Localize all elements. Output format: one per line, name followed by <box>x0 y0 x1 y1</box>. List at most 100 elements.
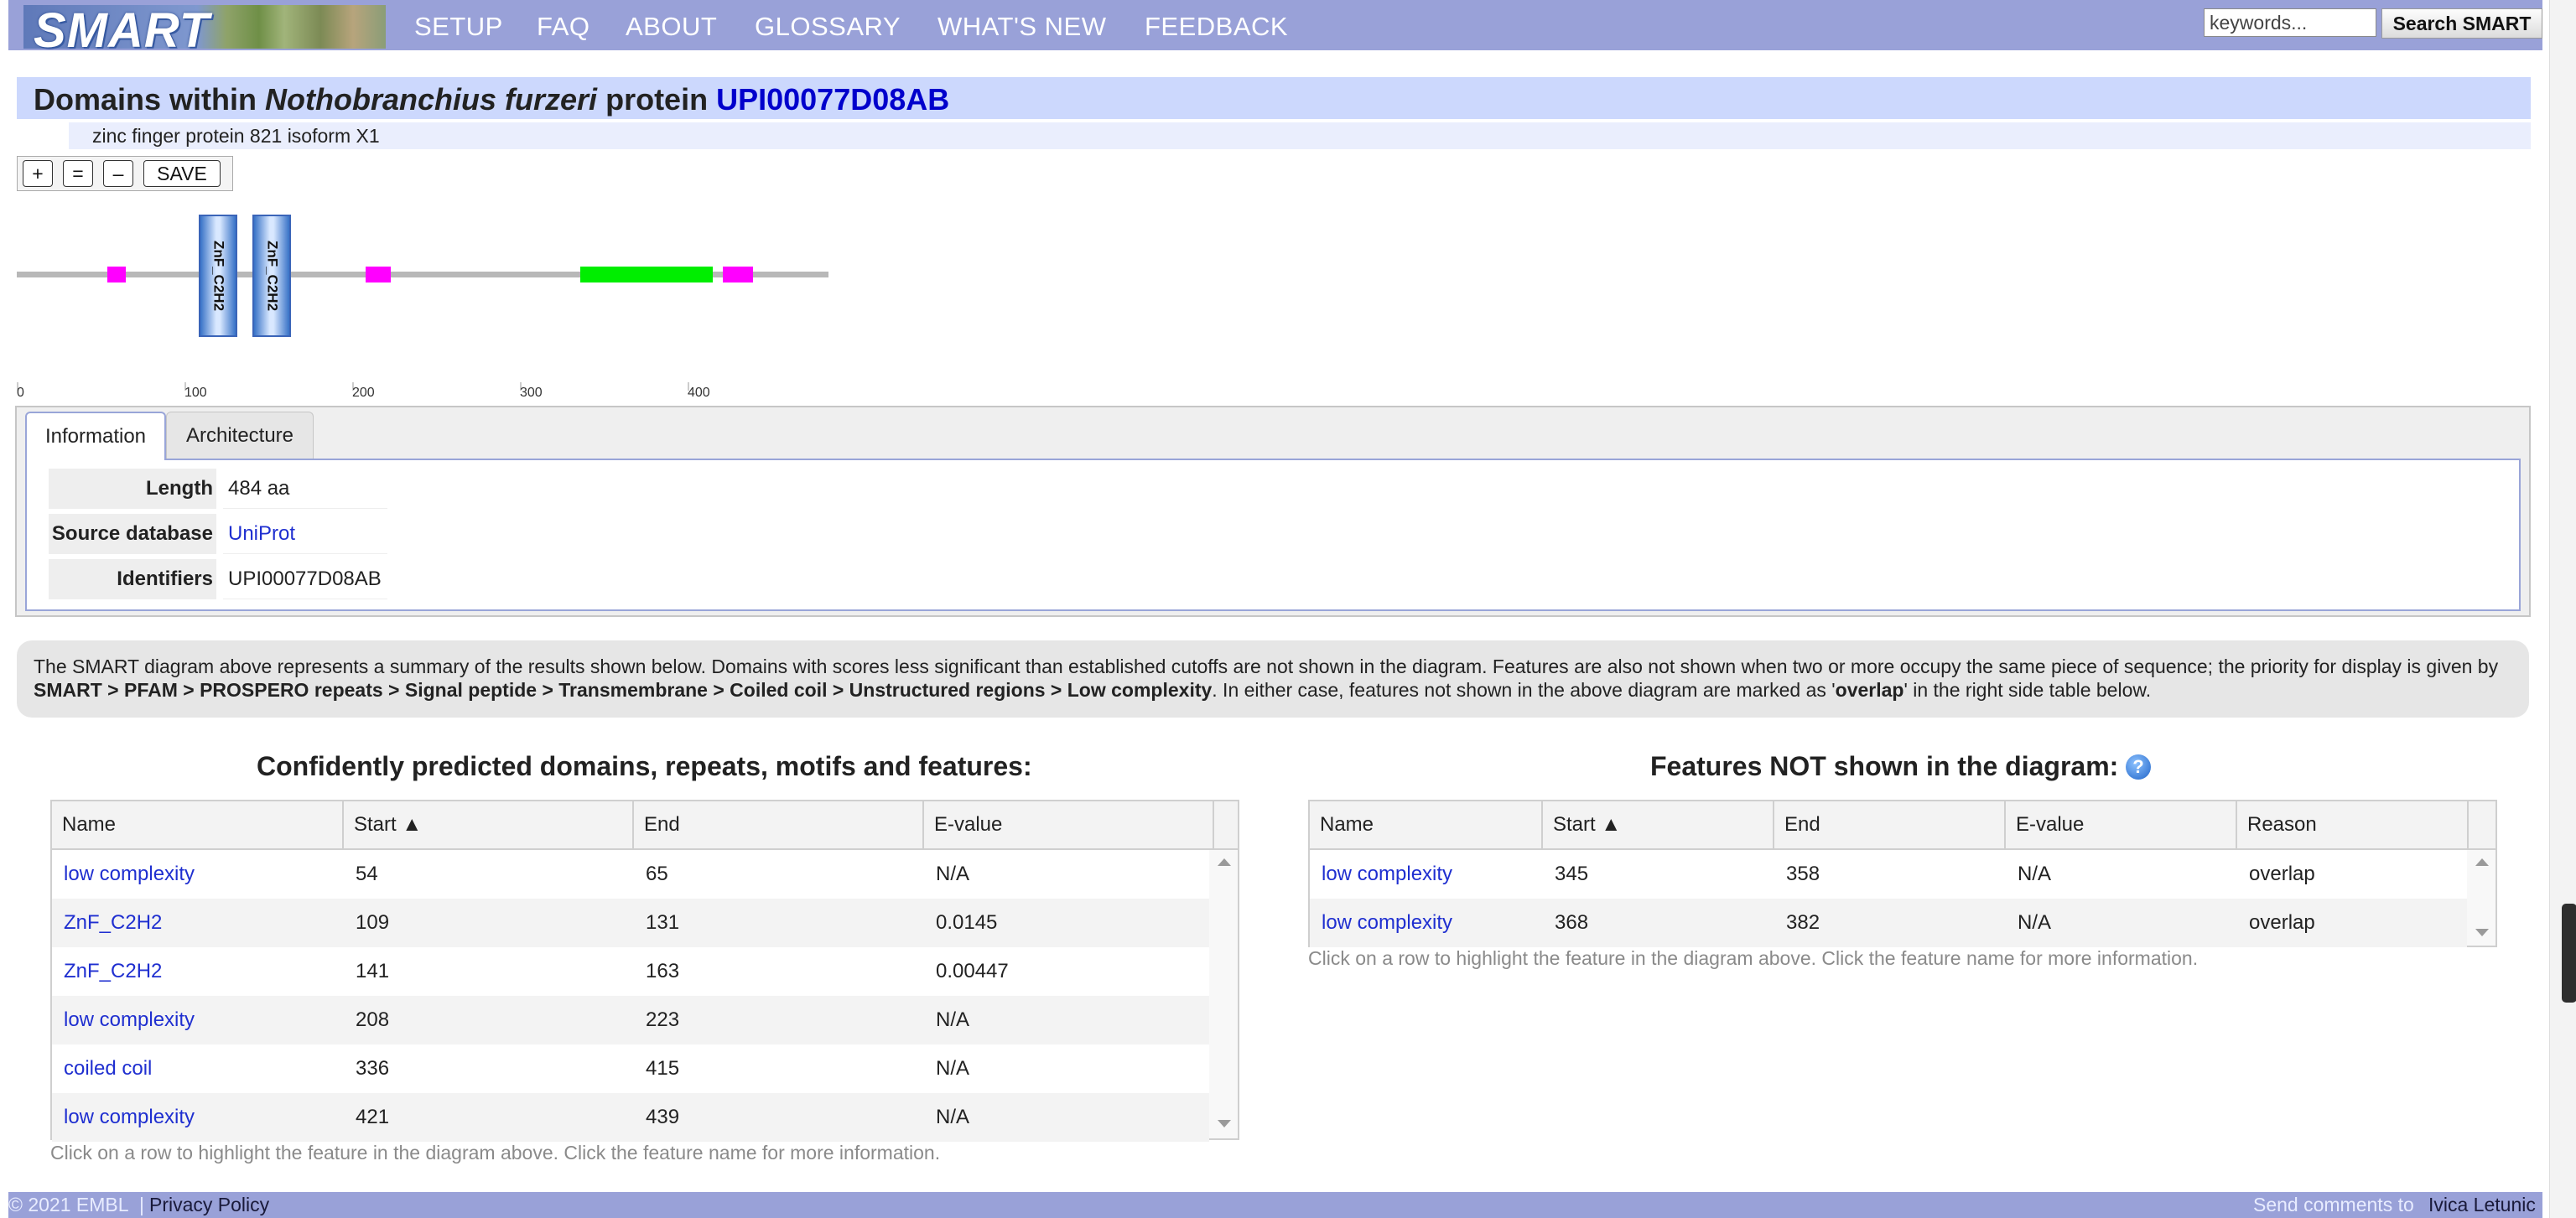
info-value: 484 aa <box>223 469 387 509</box>
table-row[interactable]: low complexity 54 65 N/A <box>52 850 1209 899</box>
cell-end: 439 <box>646 1106 680 1128</box>
cell-start: 141 <box>356 960 390 982</box>
uniprot-link[interactable]: UniProt <box>228 522 295 545</box>
feature-name-link[interactable]: ZnF_C2H2 <box>64 911 162 934</box>
feature-name-link[interactable]: low complexity <box>64 1106 195 1128</box>
nav-whats-new[interactable]: WHAT'S NEW <box>937 12 1107 42</box>
scroll-up-icon[interactable] <box>1218 858 1231 866</box>
privacy-policy-link[interactable]: Privacy Policy <box>149 1194 269 1216</box>
tab-information[interactable]: Information <box>25 412 166 460</box>
table-row[interactable]: coiled coil 336 415 N/A <box>52 1044 1209 1093</box>
table-header: Name Start ▲ End E-value <box>52 801 1238 850</box>
cell-end: 65 <box>646 863 668 885</box>
table-row[interactable]: ZnF_C2H2 109 131 0.0145 <box>52 899 1209 947</box>
feature-name-link[interactable]: low complexity <box>1322 911 1452 934</box>
info-body: Length 484 aa Source database UniProt Id… <box>25 459 2521 611</box>
scale-label: 100 <box>184 386 207 400</box>
nav-glossary[interactable]: GLOSSARY <box>755 12 901 42</box>
cell-evalue: N/A <box>2018 863 2052 885</box>
table-row[interactable]: ZnF_C2H2 141 163 0.00447 <box>52 947 1209 996</box>
search-input[interactable] <box>2204 8 2376 37</box>
low-complexity-region[interactable] <box>107 267 126 282</box>
cell-name: low complexity <box>52 850 344 899</box>
domain-label: ZnF_C2H2 <box>265 241 281 311</box>
table-row[interactable]: low complexity 208 223 N/A <box>52 996 1209 1044</box>
low-complexity-region[interactable] <box>366 267 391 282</box>
scroll-down-icon[interactable] <box>2475 929 2489 936</box>
diagram-zoom-controls: + = – SAVE <box>17 156 233 191</box>
col-header-end[interactable]: End <box>634 801 924 848</box>
col-header-name[interactable]: Name <box>1310 801 1543 848</box>
cell-name: ZnF_C2H2 <box>52 899 344 947</box>
cell-name: low complexity <box>1310 899 1543 947</box>
nav-faq[interactable]: FAQ <box>537 12 590 42</box>
protein-id-link[interactable]: UPI00077D08AB <box>716 82 949 117</box>
page-scrollbar-thumb[interactable] <box>2562 904 2576 1003</box>
note-text-2: . In either case, features not shown in … <box>1212 679 1836 701</box>
cell-start: 421 <box>356 1106 390 1128</box>
smart-logo[interactable]: SMART <box>23 3 386 58</box>
note-text-1: The SMART diagram above represents a sum… <box>34 656 2499 677</box>
tab-architecture[interactable]: Architecture <box>166 412 314 459</box>
right-table-title: Features NOT shown in the diagram: <box>1650 751 2119 781</box>
low-complexity-region[interactable] <box>723 267 753 282</box>
logo-text: SMART <box>34 3 210 58</box>
cell-evalue: N/A <box>936 1057 970 1080</box>
footer: © 2021 EMBL | Privacy Policy Send commen… <box>8 1192 2542 1218</box>
save-diagram-button[interactable]: SAVE <box>143 160 221 187</box>
cell-evalue: N/A <box>936 863 970 885</box>
col-header-start[interactable]: Start ▲ <box>344 801 634 848</box>
feature-name-link[interactable]: low complexity <box>64 863 195 885</box>
col-header-start[interactable]: Start ▲ <box>1543 801 1774 848</box>
nav-setup[interactable]: SETUP <box>414 12 503 42</box>
col-header-end[interactable]: End <box>1774 801 2006 848</box>
table-scrollbar[interactable] <box>2467 850 2496 946</box>
feature-name-link[interactable]: low complexity <box>1322 863 1452 885</box>
feature-name-link[interactable]: low complexity <box>64 1008 195 1031</box>
left-table-hint: Click on a row to highlight the feature … <box>50 1142 941 1164</box>
scroll-down-icon[interactable] <box>1218 1120 1231 1127</box>
top-nav-bar: SMART SETUP FAQ ABOUT GLOSSARY WHAT'S NE… <box>8 0 2542 58</box>
nav-about[interactable]: ABOUT <box>626 12 717 42</box>
info-value: UniProt <box>223 514 387 554</box>
scroll-up-icon[interactable] <box>2475 858 2489 866</box>
cell-evalue: 0.0145 <box>936 911 998 934</box>
table-row[interactable]: low complexity 368 382 N/A overlap <box>1310 899 2467 947</box>
feature-name-link[interactable]: ZnF_C2H2 <box>64 960 162 982</box>
note-overlap: overlap <box>1835 679 1904 701</box>
info-panel: Information Architecture Length 484 aa S… <box>15 406 2531 617</box>
cell-start: 345 <box>1555 863 1589 885</box>
contact-link[interactable]: Ivica Letunic <box>2428 1194 2536 1216</box>
col-header-evalue[interactable]: E-value <box>2006 801 2237 848</box>
right-table-hint: Click on a row to highlight the feature … <box>1308 947 2199 969</box>
nav-feedback[interactable]: FEEDBACK <box>1145 12 1288 42</box>
cell-end: 163 <box>646 960 680 982</box>
scale-label: 400 <box>688 386 710 400</box>
cell-start: 54 <box>356 863 378 885</box>
col-header-name[interactable]: Name <box>52 801 344 848</box>
help-icon[interactable]: ? <box>2126 754 2151 780</box>
send-comments-text: Send comments to <box>2253 1194 2414 1215</box>
zoom-reset-button[interactable]: = <box>63 160 93 187</box>
copyright: © 2021 EMBL <box>8 1194 129 1215</box>
col-header-evalue[interactable]: E-value <box>924 801 1214 848</box>
col-header-reason[interactable]: Reason <box>2237 801 2469 848</box>
table-row[interactable]: low complexity 421 439 N/A <box>52 1093 1209 1142</box>
feature-name-link[interactable]: coiled coil <box>64 1057 152 1080</box>
cell-end: 223 <box>646 1008 680 1031</box>
table-row[interactable]: low complexity 345 358 N/A overlap <box>1310 850 2467 899</box>
page-title-bar: Domains within Nothobranchius furzeri pr… <box>17 77 2531 119</box>
scale-label: 200 <box>352 386 375 400</box>
cell-name: low complexity <box>52 1093 344 1142</box>
table-scrollbar[interactable] <box>1209 850 1238 1138</box>
zoom-in-button[interactable]: + <box>23 160 53 187</box>
subtitle-bar: zinc finger protein 821 isoform X1 <box>69 122 2531 149</box>
features-not-shown-table: Name Start ▲ End E-value Reason low comp… <box>1308 800 2497 947</box>
cell-start: 109 <box>356 911 390 934</box>
zoom-out-button[interactable]: – <box>103 160 133 187</box>
cell-reason: overlap <box>2249 863 2315 885</box>
coiled-coil-region[interactable] <box>580 267 713 282</box>
title-mid: protein <box>605 82 709 117</box>
search-button[interactable]: Search SMART <box>2381 8 2542 39</box>
page-scrollbar[interactable] <box>2549 0 2576 1218</box>
